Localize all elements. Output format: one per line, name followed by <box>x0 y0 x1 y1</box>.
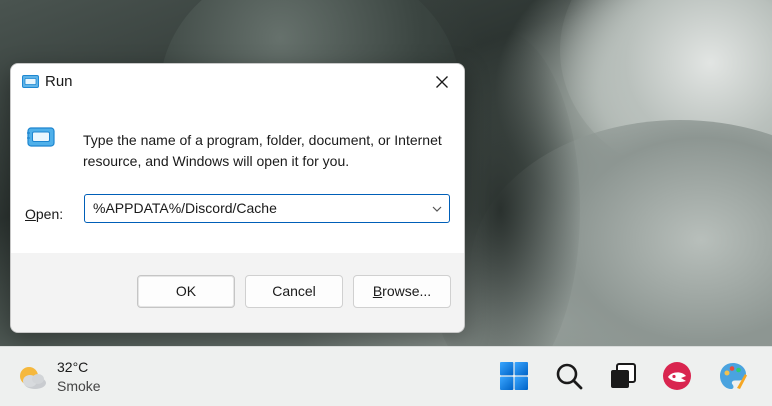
browse-button[interactable]: Browse... <box>353 275 451 308</box>
search-icon[interactable] <box>554 361 584 391</box>
dialog-description: Type the name of a program, folder, docu… <box>83 132 442 169</box>
ok-button[interactable]: OK <box>137 275 235 308</box>
cancel-button[interactable]: Cancel <box>245 275 343 308</box>
run-dialog: Run Type the name of a program, folder, … <box>10 63 465 333</box>
run-icon <box>22 75 39 88</box>
task-view-icon[interactable] <box>608 361 638 391</box>
dialog-title: Run <box>45 73 73 90</box>
close-icon[interactable] <box>428 68 456 96</box>
app-icon[interactable] <box>662 361 692 391</box>
chevron-down-icon[interactable] <box>431 203 443 215</box>
windows-start-icon[interactable] <box>499 361 529 391</box>
open-combobox[interactable]: %APPDATA%/Discord/Cache <box>84 194 450 223</box>
weather-temperature: 32°C <box>57 359 89 375</box>
title-bar[interactable]: Run <box>11 64 464 100</box>
open-input[interactable]: %APPDATA%/Discord/Cache <box>93 200 277 216</box>
weather-widget[interactable]: 32°C Smoke <box>14 359 124 397</box>
weather-condition: Smoke <box>57 378 101 394</box>
dialog-footer: OK Cancel Browse... <box>11 253 464 332</box>
run-icon <box>27 127 55 147</box>
taskbar: 32°C Smoke <box>0 346 772 406</box>
open-label: Open: <box>25 206 64 222</box>
dialog-body: Type the name of a program, folder, docu… <box>11 100 464 253</box>
partly-cloudy-icon <box>20 367 46 389</box>
paint-icon[interactable] <box>718 361 748 391</box>
